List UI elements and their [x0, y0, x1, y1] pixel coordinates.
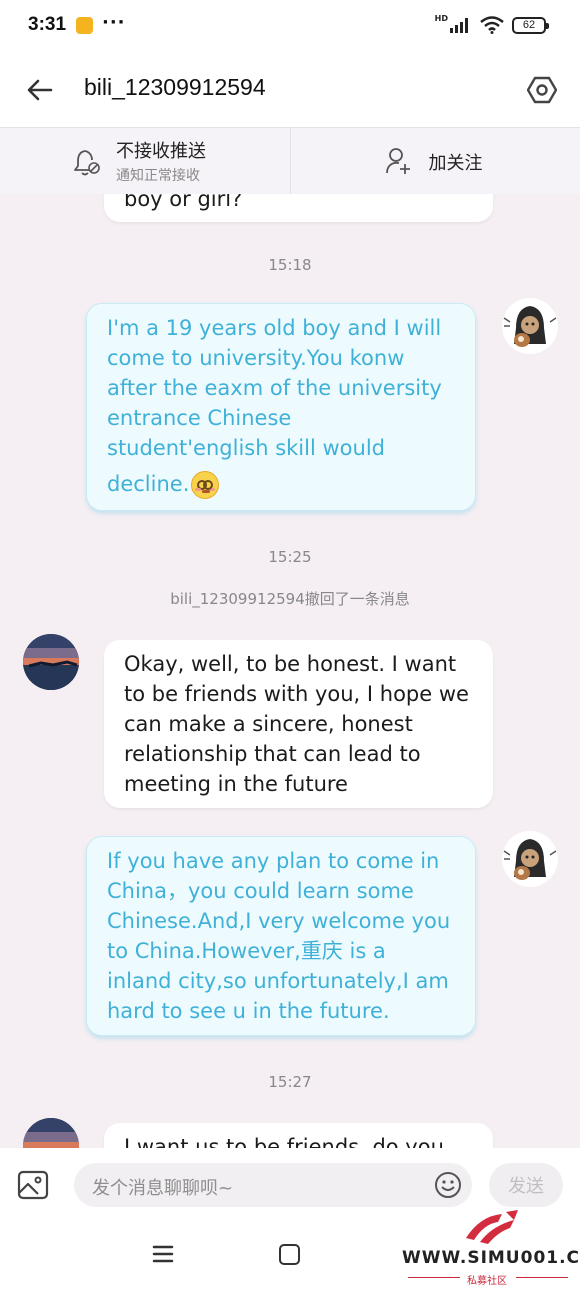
avatar-other[interactable] — [23, 1118, 79, 1148]
signal-icon — [450, 18, 468, 33]
shy-emoji-icon — [191, 471, 220, 499]
bell-off-icon — [74, 150, 100, 176]
hd-indicator: HD — [434, 13, 448, 23]
watermark-text: WWW.SIMU001.CN — [402, 1248, 580, 1268]
follow-label: 加关注 — [428, 153, 483, 174]
cat-avatar-icon — [502, 298, 558, 354]
system-nav-bar: WWW.SIMU001.CN 私募社区 — [0, 1210, 580, 1289]
message-list[interactable]: boy or girl? 15:18 I'm a 19 years old bo… — [0, 194, 580, 1148]
arrow-left-icon — [27, 79, 53, 101]
message-line: I'm a 19 years old boy and I will — [107, 316, 442, 340]
avatar-other[interactable] — [23, 634, 79, 690]
message-line: after the eaxm of the university — [107, 376, 442, 400]
chat-header: bili_12309912594 — [0, 54, 580, 128]
message-line: student'english skill would — [107, 436, 385, 460]
smiley-icon — [435, 1172, 461, 1198]
image-icon — [17, 1170, 49, 1200]
message-line: can make a sincere, honest — [124, 712, 413, 736]
page-title: bili_12309912594 — [84, 74, 266, 100]
message-line: relationship that can lead to — [124, 742, 421, 766]
message-input[interactable]: 发个消息聊聊呗~ — [74, 1163, 472, 1207]
watermark-sub: 私募社区 — [467, 1276, 507, 1287]
wifi-icon — [480, 16, 504, 34]
message-timestamp: 15:25 — [268, 548, 312, 566]
message-bubble-outgoing[interactable]: I'm a 19 years old boy and I will come t… — [86, 303, 476, 511]
more-notifications-icon: ··· — [102, 12, 126, 33]
message-timestamp: 15:27 — [268, 1073, 312, 1091]
status-bar: 3:31 ··· HD 62 — [0, 0, 580, 54]
push-setting-label: 不接收推送 — [116, 141, 206, 162]
message-bubble-outgoing[interactable]: If you have any plan to come in China，yo… — [86, 836, 476, 1036]
sunset-avatar-icon — [23, 634, 79, 690]
message-bubble-incoming[interactable]: I want us to be friends, do you — [104, 1123, 493, 1148]
message-input-placeholder: 发个消息聊聊呗~ — [92, 1178, 234, 1199]
battery-icon: 62 — [512, 16, 549, 34]
home-button[interactable] — [279, 1244, 300, 1265]
watermark-logo-icon — [466, 1210, 518, 1244]
message-bubble-incoming[interactable]: boy or girl? — [104, 194, 493, 222]
message-text: boy or girl? — [124, 194, 243, 211]
sunset-avatar-icon — [23, 1118, 79, 1148]
notification-icon — [76, 17, 93, 34]
message-line: decline. — [107, 472, 190, 496]
message-line: If you have any plan to come in — [107, 849, 440, 873]
message-line: Chinese.And,I very welcome you — [107, 909, 451, 933]
image-button[interactable] — [16, 1168, 52, 1204]
send-button[interactable]: 发送 — [489, 1163, 563, 1207]
action-bar: 不接收推送 通知正常接收 加关注 — [0, 128, 580, 194]
follow-button[interactable]: 加关注 — [291, 128, 580, 194]
message-line: hard to see u in the future. — [107, 999, 390, 1023]
cat-avatar-icon — [502, 831, 558, 887]
menu-icon[interactable] — [152, 1244, 174, 1264]
push-setting-sub: 通知正常接收 — [116, 168, 200, 184]
message-line: to China.However,重庆 is a — [107, 939, 386, 963]
message-line: entrance Chinese — [107, 406, 292, 430]
message-line: I want us to be friends, do you — [124, 1135, 444, 1148]
hexagon-settings-icon — [527, 76, 557, 104]
message-line: inland city,so unfortunately,I am — [107, 969, 449, 993]
message-timestamp: 15:18 — [268, 256, 312, 274]
settings-button[interactable] — [522, 70, 562, 110]
status-time: 3:31 — [28, 14, 67, 35]
watermark-divider — [516, 1277, 568, 1278]
message-bubble-incoming[interactable]: Okay, well, to be honest. I want to be f… — [104, 640, 493, 808]
push-setting-button[interactable]: 不接收推送 通知正常接收 — [0, 128, 291, 194]
back-button[interactable] — [22, 72, 58, 108]
message-line: meeting in the future — [124, 772, 348, 796]
emoji-button[interactable] — [434, 1171, 462, 1199]
message-line: come to university.You konw — [107, 346, 405, 370]
add-user-icon — [385, 148, 410, 174]
message-line: Okay, well, to be honest. I want — [124, 652, 457, 676]
recall-notice: bili_12309912594撤回了一条消息 — [170, 590, 410, 608]
message-line: to be friends with you, I hope we — [124, 682, 469, 706]
message-line: China，you could learn some — [107, 879, 414, 903]
avatar-self[interactable] — [502, 298, 558, 354]
avatar-self[interactable] — [502, 831, 558, 887]
